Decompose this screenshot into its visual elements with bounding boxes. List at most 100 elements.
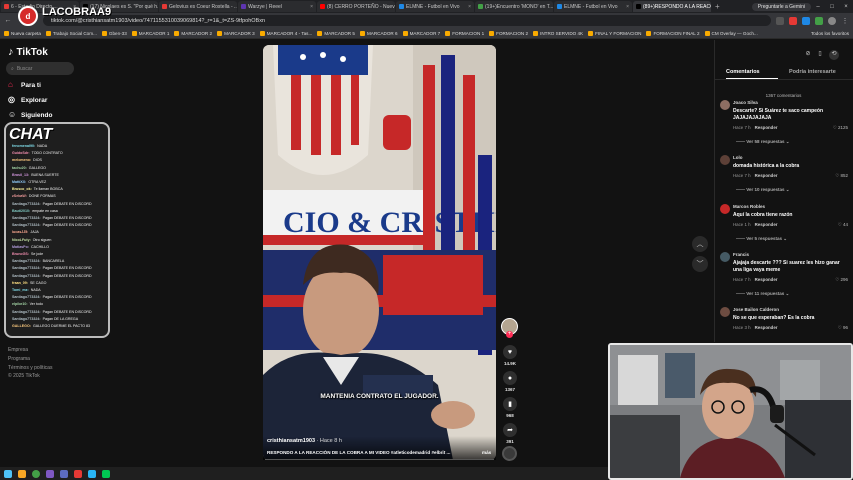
browser-tab[interactable]: (19+)Encuentro 'MONO' en T...× <box>475 1 553 12</box>
commenter-avatar[interactable] <box>720 252 730 262</box>
nav-item-explorar[interactable]: ◎ Explorar <box>8 96 47 104</box>
bookmark-item[interactable]: MARCADOR 5 <box>317 30 355 36</box>
bookmark-item[interactable]: MARCADOR 7 <box>402 30 440 36</box>
extension-icon[interactable] <box>815 16 823 25</box>
chrome-icon[interactable] <box>32 469 40 478</box>
bookmark-star-icon[interactable] <box>776 16 784 25</box>
comment-icon[interactable]: ● <box>503 371 517 385</box>
follow-plus-icon[interactable]: + <box>506 331 513 338</box>
phone-icon[interactable]: ▯ <box>815 50 825 60</box>
view-replies-link[interactable]: —— Ver 58 respuestas ⌄ <box>736 139 790 145</box>
heart-icon[interactable]: ♥ <box>503 345 517 359</box>
bookmark-item[interactable]: MARCADOR 1 <box>131 30 169 36</box>
bookmark-item[interactable]: Trabajo Social Com... <box>45 30 97 36</box>
description-more-link[interactable]: más <box>482 450 491 455</box>
bookmark-item[interactable]: MARCADOR 3 <box>217 30 255 36</box>
reply-button[interactable]: Responder <box>755 277 778 282</box>
comment-like-button[interactable]: ♡ 852 <box>826 173 848 179</box>
discord-icon[interactable] <box>60 469 68 478</box>
close-window-icon[interactable]: × <box>839 4 853 10</box>
reply-button[interactable]: Responder <box>755 173 778 178</box>
browser-tab[interactable]: (89+)RESPONDO A LA REACCI...× <box>633 1 711 12</box>
new-tab-button[interactable]: + <box>715 2 720 11</box>
footer-link-programa[interactable]: Programa <box>8 356 30 362</box>
share-panel-icon[interactable]: ⟲ <box>829 50 839 60</box>
minimize-icon[interactable]: – <box>811 4 825 10</box>
reply-button[interactable]: Responder <box>755 222 778 227</box>
footer-link-empresa[interactable]: Empresa <box>8 347 28 353</box>
view-replies-link[interactable]: —— Ver 5 respuestas ⌄ <box>736 236 787 242</box>
commenter-name[interactable]: Lolo <box>733 155 743 160</box>
browser-tab[interactable]: (8) CERRO PORTEÑO - Nuevo...× <box>317 1 395 12</box>
next-video-arrow-icon[interactable]: ﹀ <box>692 256 708 272</box>
menu-icon[interactable]: ⋮ <box>841 17 849 25</box>
bookmark-item[interactable]: Nueva carpeta <box>4 30 41 36</box>
chat-text: OTRA VEZ <box>28 180 47 184</box>
commenter-avatar[interactable] <box>720 100 730 110</box>
bookmark-item[interactable]: Gben-33 <box>101 30 127 36</box>
back-icon[interactable]: ← <box>4 17 12 24</box>
browser-tab[interactable]: ELMNE - Futbol en Vivo × <box>554 1 632 12</box>
app-icon[interactable] <box>74 469 82 478</box>
previous-video-arrow-icon[interactable]: ︿ <box>692 236 708 252</box>
close-tab-icon[interactable]: × <box>308 4 313 10</box>
search-input[interactable]: ⌕ Buscar <box>6 62 74 75</box>
extension-icon[interactable] <box>802 16 810 25</box>
commenter-name[interactable]: Francis <box>733 252 749 257</box>
tab-comments[interactable]: Comentarios <box>726 69 760 75</box>
video-progress-bar[interactable] <box>265 459 494 460</box>
bookmark-item[interactable]: FORMACION FINAL 2 <box>646 30 700 36</box>
bookmark-icon[interactable]: ▮ <box>503 397 517 411</box>
comment-like-button[interactable]: ♡ 96 <box>826 325 848 331</box>
close-tab-icon[interactable]: × <box>624 4 629 10</box>
reply-button[interactable]: Responder <box>755 325 778 330</box>
browser-tab[interactable]: Gelovius es Coeur Rostella - ...× <box>159 1 237 12</box>
share-icon[interactable]: ➦ <box>503 423 517 437</box>
commenter-avatar[interactable] <box>720 155 730 165</box>
nav-item-para-ti[interactable]: ⌂ Para ti <box>8 81 41 89</box>
browser-tab[interactable]: Warzye | Reeel × <box>238 1 316 12</box>
profile-avatar[interactable] <box>828 16 836 25</box>
bookmark-item[interactable]: FORMACION 2 <box>489 30 528 36</box>
all-bookmarks-button[interactable]: Todos los favoritos <box>811 31 849 36</box>
nav-item-siguiendo[interactable]: ☺ Siguiendo <box>8 111 52 119</box>
bookmark-item[interactable]: MARCADOR 2 <box>174 30 212 36</box>
extension-icon[interactable] <box>789 16 797 25</box>
windows-start-icon[interactable] <box>4 469 12 478</box>
bookmark-label: FORMACION 1 <box>452 30 485 36</box>
app-icon[interactable] <box>46 469 54 478</box>
bookmark-item[interactable]: MARCADOR 6 <box>359 30 398 36</box>
app-icon[interactable] <box>102 469 110 478</box>
view-replies-link[interactable]: —— Ver 11 respuestas ⌄ <box>736 291 789 297</box>
bookmark-item[interactable]: CM Overlay — Goch... <box>704 30 758 36</box>
bookmark-item[interactable]: FINAL Y FORMACION <box>588 30 641 36</box>
tiktok-logo[interactable]: ♪ TikTok <box>8 46 48 58</box>
commenter-name[interactable]: Marcos Robles <box>733 204 765 209</box>
like-count: 96 <box>842 325 848 330</box>
video-author[interactable]: cristhiansatm1903 · Hace 8 h <box>267 438 342 444</box>
embed-icon[interactable]: ⊘ <box>803 50 813 60</box>
close-tab-icon[interactable]: × <box>466 4 471 10</box>
file-explorer-icon[interactable] <box>18 469 26 478</box>
footer-link-terminos[interactable]: Términos y políticas <box>8 365 52 371</box>
tab-podria-interesarte[interactable]: Podría interesarte <box>789 69 836 75</box>
commenter-name[interactable]: Jose Bailon Calderon <box>733 307 779 312</box>
chat-text: CACHILLO <box>30 244 49 249</box>
commenter-avatar[interactable] <box>720 204 730 214</box>
comment-like-button[interactable]: ♡ 44 <box>826 222 848 228</box>
music-disc-icon[interactable] <box>502 446 517 461</box>
url-input[interactable]: tiktok.com/@cristhiansatm1903/video/7471… <box>43 15 771 26</box>
maximize-icon[interactable]: □ <box>825 4 839 10</box>
reply-button[interactable]: Responder <box>755 125 778 130</box>
app-icon[interactable] <box>88 469 96 478</box>
bookmark-item[interactable]: INTRO SERVIDO 4K <box>533 30 583 36</box>
view-replies-link[interactable]: —— Ver 10 respuestas ⌄ <box>736 187 790 193</box>
bookmark-item[interactable]: FORMACION 1 <box>445 30 485 36</box>
commenter-name[interactable]: Joaco Silva <box>733 100 758 105</box>
ask-gemini-button[interactable]: Preguntarle a Gemini <box>751 2 811 11</box>
browser-tab[interactable]: ELMNE - Futbol en Vivo × <box>396 1 474 12</box>
comment-like-button[interactable]: ♡ 296 <box>826 277 848 283</box>
commenter-avatar[interactable] <box>720 307 730 317</box>
comment-like-button[interactable]: ♡ 2125 <box>826 125 848 131</box>
bookmark-item[interactable]: MARCADOR 4 - Tas... <box>259 30 312 36</box>
